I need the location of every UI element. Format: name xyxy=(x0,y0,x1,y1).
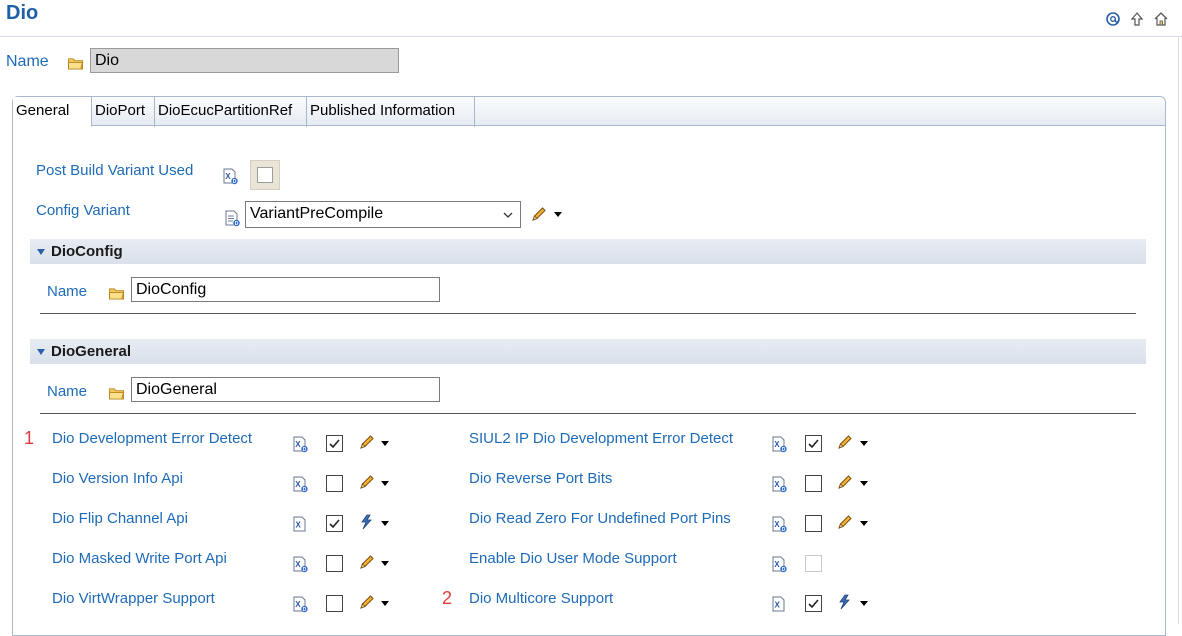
param-multicore-label: Dio Multicore Support xyxy=(469,590,614,607)
tab-published-information[interactable]: Published Information xyxy=(307,97,475,127)
config-variant-label: Config Variant xyxy=(36,202,130,219)
xdoc-icon xyxy=(771,556,788,577)
annotation-marker-2: 2 xyxy=(442,588,453,608)
param-masked-write-label: Dio Masked Write Port Api xyxy=(52,550,227,567)
home-icon[interactable] xyxy=(1152,10,1170,28)
param-user-mode-label: Enable Dio User Mode Support xyxy=(469,550,677,567)
right-border xyxy=(1178,36,1179,624)
pencil-icon[interactable] xyxy=(836,434,853,455)
pencil-icon[interactable] xyxy=(836,474,853,495)
param-read-zero-label: Dio Read Zero For Undefined Port Pins xyxy=(469,510,731,527)
dropdown-arrow-icon[interactable] xyxy=(860,601,868,606)
dropdown-arrow-icon[interactable] xyxy=(381,441,389,446)
pencil-icon[interactable] xyxy=(358,554,375,575)
chevron-down-icon xyxy=(502,208,514,226)
at-icon[interactable] xyxy=(1104,10,1122,28)
folder-icon xyxy=(108,286,126,304)
dropdown-arrow-icon[interactable] xyxy=(381,561,389,566)
param-virtwrapper-label: Dio VirtWrapper Support xyxy=(52,590,215,607)
page-title: Dio xyxy=(6,2,39,24)
xdoc-icon xyxy=(292,436,309,457)
param-version-info-label: Dio Version Info Api xyxy=(52,470,183,487)
masked-write-checkbox[interactable] xyxy=(326,555,343,572)
dropdown-arrow-icon[interactable] xyxy=(860,521,868,526)
section-divider xyxy=(40,313,1136,314)
tab-general[interactable]: General xyxy=(13,97,92,127)
dropdown-arrow-icon[interactable] xyxy=(860,481,868,486)
pencil-icon[interactable] xyxy=(530,206,547,227)
tab-dioport[interactable]: DioPort xyxy=(92,97,155,127)
dropdown-arrow-icon[interactable] xyxy=(554,212,562,217)
title-divider xyxy=(0,36,1182,37)
param-siul2-dev-error-label: SIUL2 IP Dio Development Error Detect xyxy=(469,430,734,447)
annotation-marker-1: 1 xyxy=(24,428,35,448)
collapse-icon[interactable] xyxy=(37,249,45,255)
up-arrow-icon[interactable] xyxy=(1128,10,1146,28)
pencil-icon[interactable] xyxy=(358,474,375,495)
section-dioconfig[interactable]: DioConfig xyxy=(30,239,1146,264)
section-diogeneral[interactable]: DioGeneral xyxy=(30,339,1146,364)
dioconfig-name-label: Name xyxy=(47,283,88,300)
calculated-value-icon[interactable] xyxy=(358,514,375,535)
dropdown-arrow-icon[interactable] xyxy=(381,521,389,526)
virtwrapper-checkbox[interactable] xyxy=(326,595,343,612)
name-label: Name xyxy=(6,53,49,70)
xdoc-icon xyxy=(771,476,788,497)
user-mode-checkbox xyxy=(805,555,822,572)
reverse-port-checkbox[interactable] xyxy=(805,475,822,492)
dev-error-checkbox[interactable] xyxy=(326,435,343,452)
siul2-dev-error-checkbox[interactable] xyxy=(805,435,822,452)
pencil-icon[interactable] xyxy=(358,434,375,455)
calculated-value-icon[interactable] xyxy=(836,594,853,615)
section-divider xyxy=(40,413,1136,414)
diogeneral-name-label: Name xyxy=(47,383,88,400)
xdoc-icon xyxy=(771,436,788,457)
diogeneral-name-input[interactable]: DioGeneral xyxy=(131,377,440,402)
dropdown-arrow-icon[interactable] xyxy=(860,441,868,446)
xdoc-icon xyxy=(292,556,309,577)
flip-channel-checkbox[interactable] xyxy=(326,515,343,532)
config-variant-select[interactable]: VariantPreCompile xyxy=(245,201,521,228)
param-dev-error-label: Dio Development Error Detect xyxy=(52,430,253,447)
pencil-icon[interactable] xyxy=(358,594,375,615)
post-build-variant-checkbox[interactable] xyxy=(250,160,280,190)
param-flip-channel-label: Dio Flip Channel Api xyxy=(52,510,188,527)
collapse-icon[interactable] xyxy=(37,349,45,355)
param-reverse-port-label: Dio Reverse Port Bits xyxy=(469,470,613,487)
folder-icon xyxy=(108,386,126,404)
xdoc-icon xyxy=(222,168,239,189)
xdoc-plain-icon xyxy=(292,516,308,537)
xdoc-icon xyxy=(292,596,309,617)
multicore-checkbox[interactable] xyxy=(805,595,822,612)
list-doc-icon xyxy=(224,210,241,231)
read-zero-checkbox[interactable] xyxy=(805,515,822,532)
tab-dioecucpartitionref[interactable]: DioEcucPartitionRef xyxy=(155,97,307,127)
xdoc-plain-icon xyxy=(771,596,787,617)
dioconfig-name-input[interactable]: DioConfig xyxy=(131,277,440,302)
xdoc-icon xyxy=(771,516,788,537)
folder-icon xyxy=(67,56,85,74)
pencil-icon[interactable] xyxy=(836,514,853,535)
section-dioconfig-title: DioConfig xyxy=(51,243,123,260)
dropdown-arrow-icon[interactable] xyxy=(381,481,389,486)
post-build-variant-label: Post Build Variant Used xyxy=(36,162,194,179)
section-diogeneral-title: DioGeneral xyxy=(51,343,132,360)
config-variant-value: VariantPreCompile xyxy=(250,205,384,222)
name-input[interactable]: Dio xyxy=(90,48,399,73)
dropdown-arrow-icon[interactable] xyxy=(381,601,389,606)
version-info-checkbox[interactable] xyxy=(326,475,343,492)
header-toolbar xyxy=(1104,10,1170,28)
xdoc-icon xyxy=(292,476,309,497)
